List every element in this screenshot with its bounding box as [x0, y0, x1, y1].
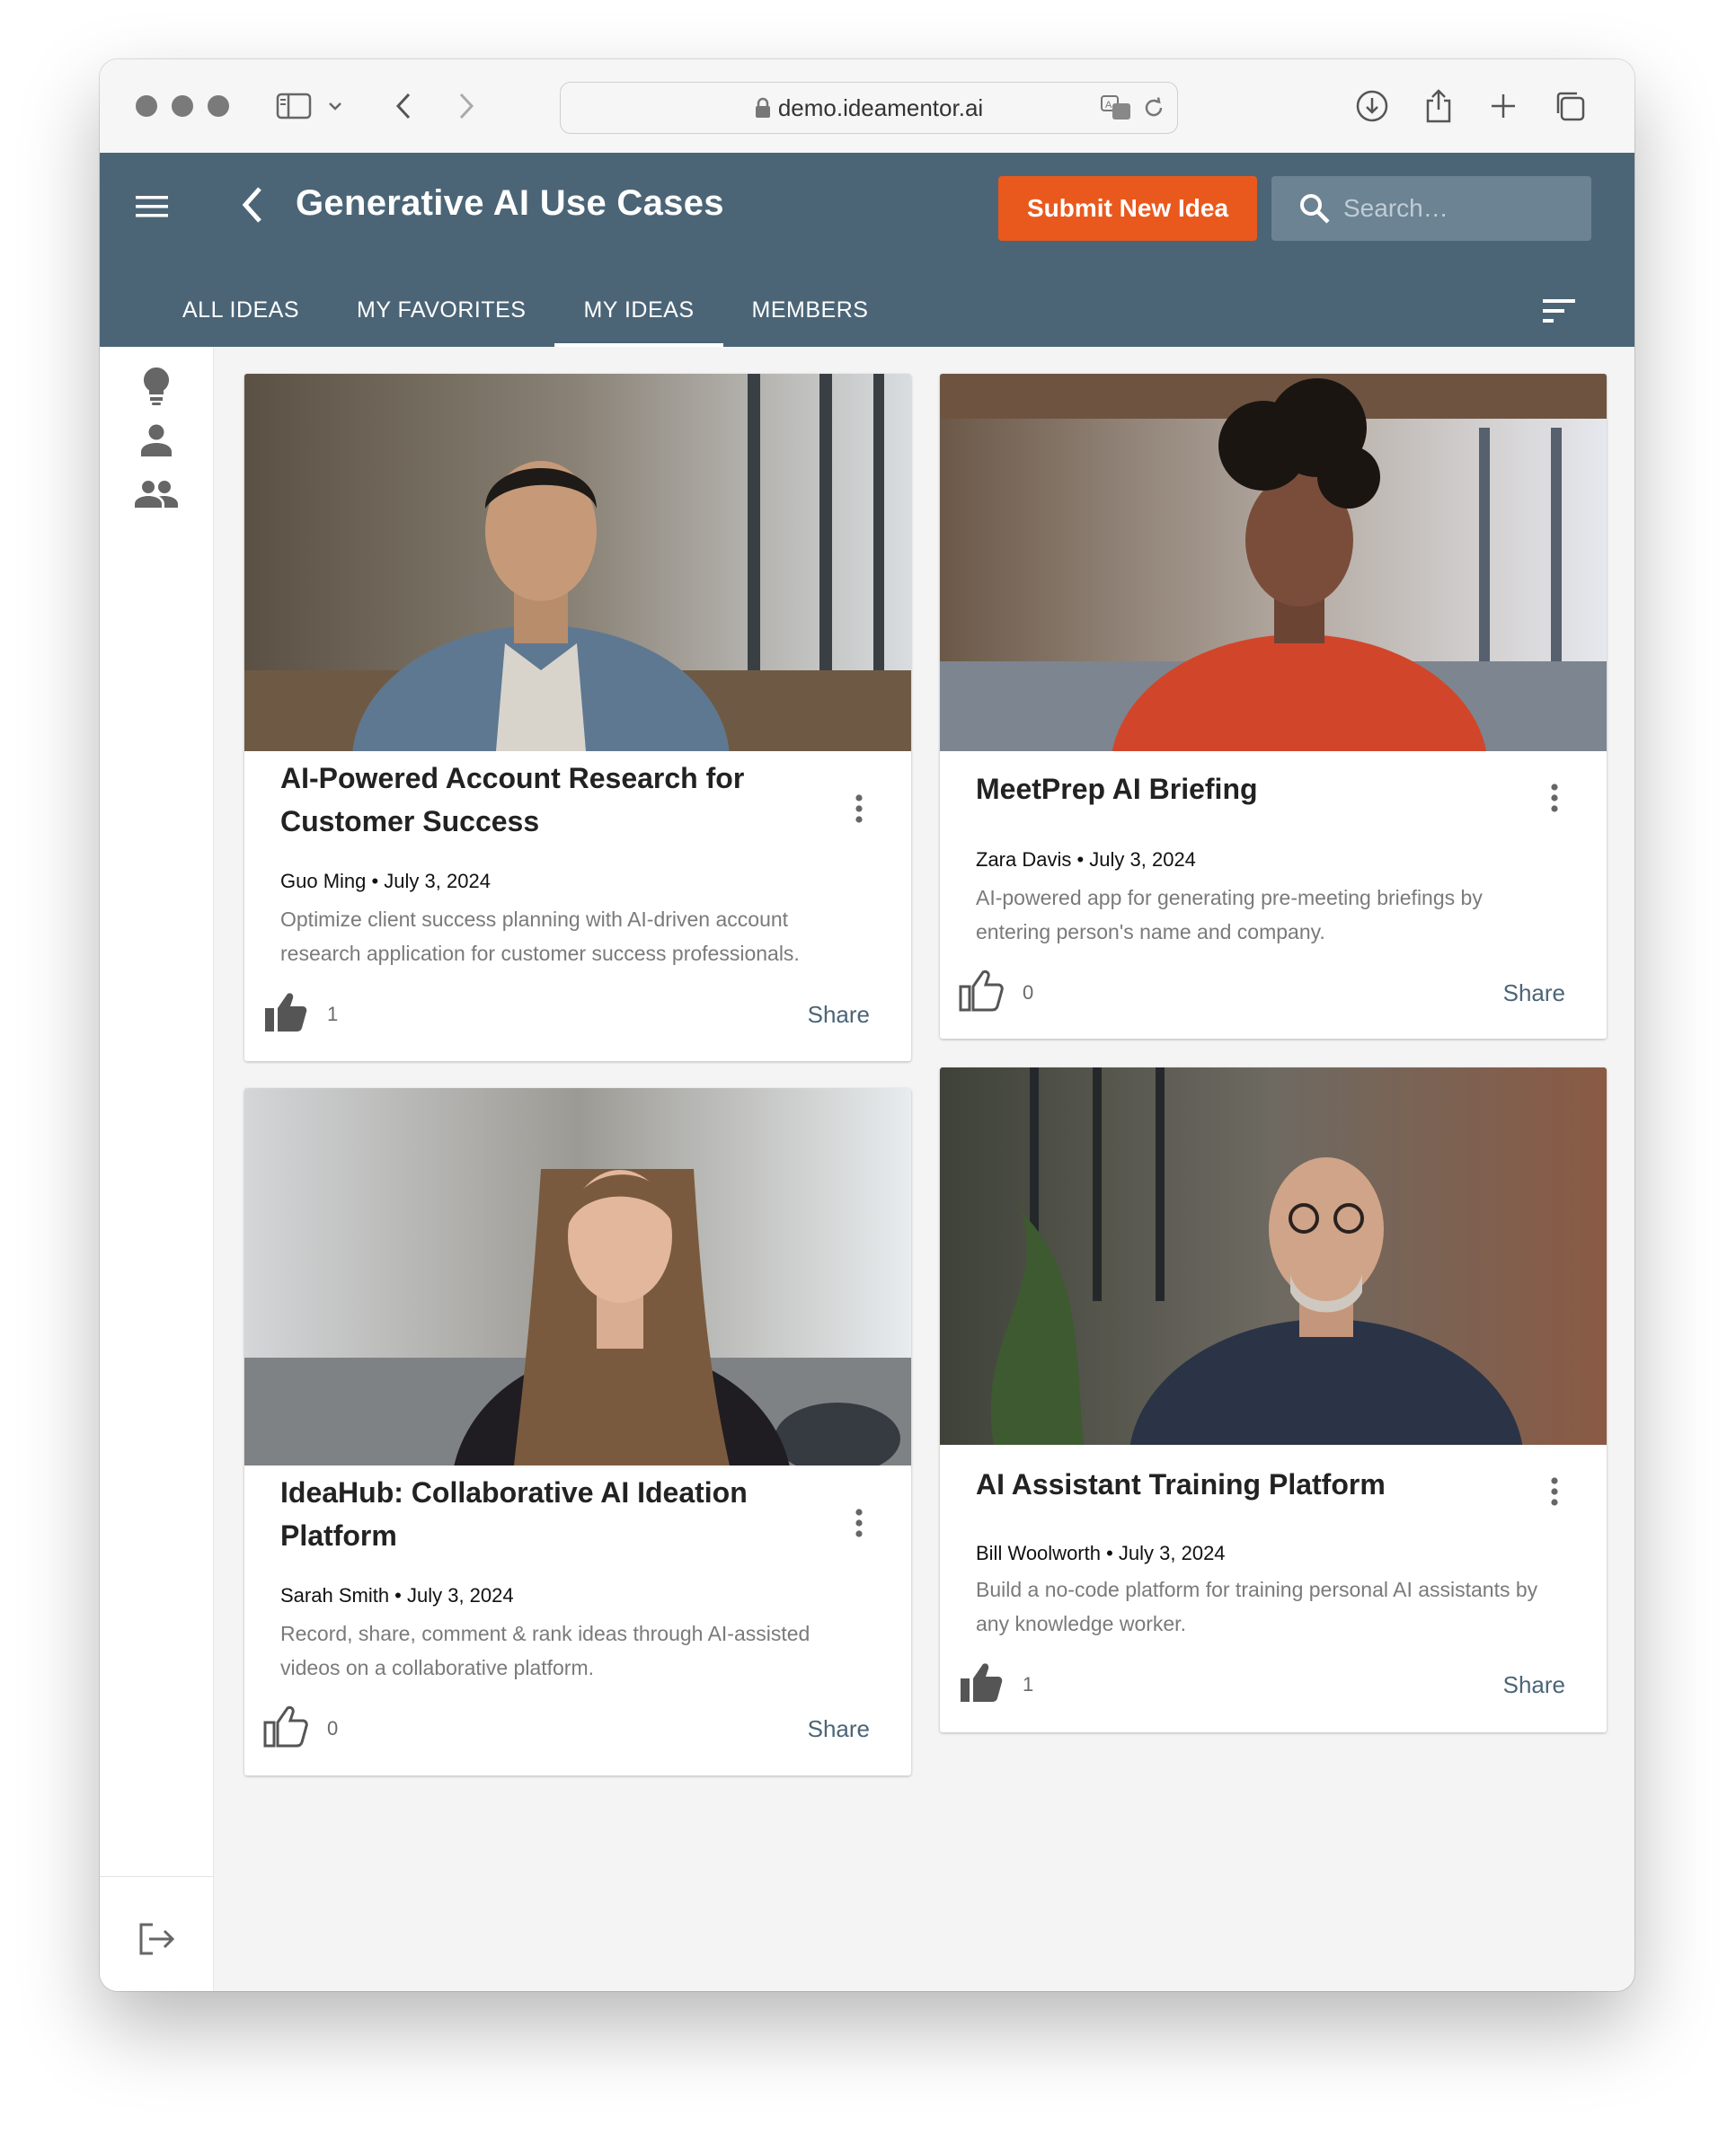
tab-my-ideas[interactable]: MY IDEAS [554, 273, 723, 347]
lock-icon [755, 97, 770, 118]
idea-video-thumbnail[interactable] [244, 1088, 911, 1465]
search-box[interactable] [1271, 176, 1591, 241]
person-icon[interactable] [128, 412, 185, 469]
browser-window: demo.ideamentor.ai A Generative AI Use C… [100, 59, 1634, 1991]
idea-card[interactable]: MeetPrep AI Briefing Zara Davis • July 3… [940, 374, 1607, 1039]
idea-title[interactable]: AI Assistant Training Platform [976, 1463, 1515, 1506]
share-button[interactable]: Share [1503, 979, 1565, 1007]
share-icon[interactable] [1419, 86, 1458, 126]
reload-icon[interactable] [1141, 95, 1166, 120]
idea-video-thumbnail[interactable] [244, 374, 911, 751]
svg-text:A: A [1105, 100, 1112, 111]
tab-overview-icon[interactable] [1550, 86, 1590, 126]
thumbs-up-outline-icon[interactable] [262, 1705, 309, 1748]
group-icon[interactable] [128, 465, 185, 523]
left-sidebar [100, 347, 214, 1991]
idea-author-date: Zara Davis • July 3, 2024 [976, 848, 1196, 871]
downloads-icon[interactable] [1352, 86, 1392, 126]
more-options-icon[interactable] [1544, 780, 1565, 819]
tab-all-ideas[interactable]: ALL IDEAS [154, 273, 328, 347]
like-count: 0 [1023, 981, 1034, 1004]
app-header: Generative AI Use Cases Submit New Idea … [100, 153, 1634, 347]
translate-icon[interactable]: A [1100, 94, 1132, 121]
idea-card[interactable]: IdeaHub: Collaborative AI Ideation Platfo… [244, 1088, 911, 1775]
lightbulb-icon[interactable] [128, 358, 185, 415]
tab-my-favorites[interactable]: MY FAVORITES [328, 273, 554, 347]
browser-toolbar: demo.ideamentor.ai A [100, 59, 1634, 154]
like-count: 1 [327, 1003, 339, 1025]
idea-video-thumbnail[interactable] [940, 1067, 1607, 1445]
idea-description: Optimize client success planning with AI… [280, 908, 800, 965]
thumbs-up-filled-icon[interactable] [958, 1660, 1005, 1704]
thumbs-up-outline-icon[interactable] [958, 969, 1005, 1012]
chevron-down-icon[interactable] [323, 86, 348, 126]
idea-author-date: Guo Ming • July 3, 2024 [280, 870, 491, 892]
idea-card[interactable]: AI Assistant Training Platform Bill Wool… [940, 1067, 1607, 1732]
idea-author-date: Bill Woolworth • July 3, 2024 [976, 1542, 1226, 1564]
idea-description: AI-powered app for generating pre-meetin… [976, 886, 1483, 943]
share-button[interactable]: Share [1503, 1671, 1565, 1699]
more-options-icon[interactable] [848, 791, 870, 830]
idea-description: Build a no-code platform for training pe… [976, 1578, 1538, 1635]
page-title: Generative AI Use Cases [296, 183, 724, 223]
idea-author-date: Sarah Smith • July 3, 2024 [280, 1584, 514, 1607]
minimize-window-button[interactable] [172, 95, 193, 117]
sidebar-divider [100, 1876, 213, 1877]
idea-card[interactable]: AI-Powered Account Research for Customer … [244, 374, 911, 1061]
close-window-button[interactable] [136, 95, 157, 117]
zoom-window-button[interactable] [208, 95, 229, 117]
idea-description: Record, share, comment & rank ideas thro… [280, 1622, 810, 1679]
submit-new-idea-button[interactable]: Submit New Idea [998, 176, 1257, 241]
share-button[interactable]: Share [808, 1001, 870, 1029]
idea-title[interactable]: MeetPrep AI Briefing [976, 767, 1515, 810]
like-count: 1 [1023, 1673, 1034, 1696]
idea-title[interactable]: AI-Powered Account Research for Customer … [280, 757, 819, 843]
new-tab-icon[interactable] [1484, 86, 1523, 126]
thumbs-up-filled-icon[interactable] [262, 990, 309, 1033]
search-input[interactable] [1342, 193, 1570, 224]
more-options-icon[interactable] [1544, 1474, 1565, 1513]
more-options-icon[interactable] [848, 1505, 870, 1545]
menu-icon[interactable] [134, 189, 170, 225]
search-icon [1300, 194, 1330, 224]
tab-bar: ALL IDEAS MY FAVORITES MY IDEAS MEMBERS [154, 273, 897, 347]
back-arrow-icon[interactable] [235, 183, 270, 226]
sidebar-toggle-icon[interactable] [274, 86, 314, 126]
share-button[interactable]: Share [808, 1715, 870, 1743]
address-bar[interactable]: demo.ideamentor.ai A [560, 82, 1178, 134]
sort-icon[interactable] [1539, 295, 1579, 327]
forward-nav-icon[interactable] [447, 86, 486, 126]
like-count: 0 [327, 1717, 339, 1740]
back-nav-icon[interactable] [384, 86, 423, 126]
logout-icon[interactable] [128, 1910, 185, 1968]
url-text: demo.ideamentor.ai [777, 93, 984, 121]
idea-video-thumbnail[interactable] [940, 374, 1607, 751]
idea-title[interactable]: IdeaHub: Collaborative AI Ideation Platfo… [280, 1471, 819, 1557]
tab-members[interactable]: MEMBERS [723, 273, 898, 347]
